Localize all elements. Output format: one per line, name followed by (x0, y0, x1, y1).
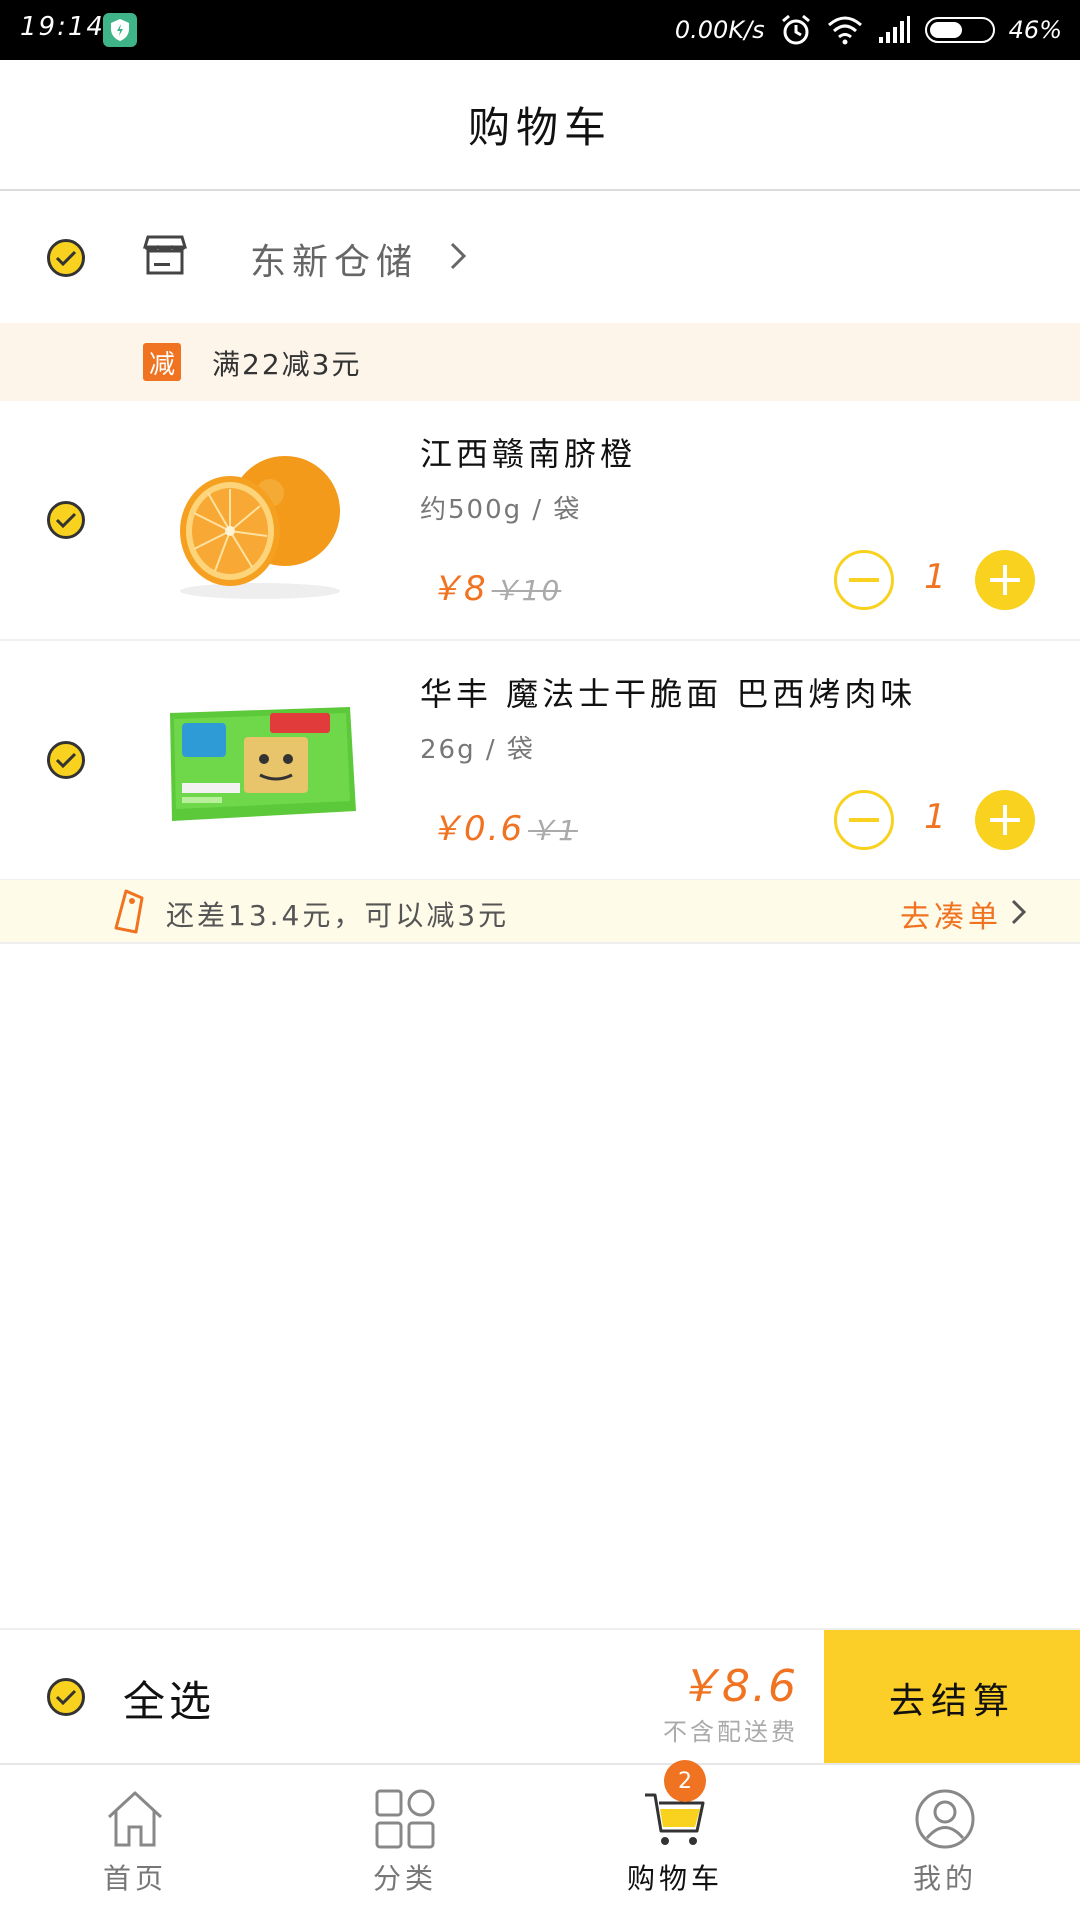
nav-label: 我的 (912, 1862, 977, 1895)
profile-icon (915, 1789, 975, 1849)
checkout-button[interactable]: 去结算 (824, 1630, 1080, 1765)
signal-icon (878, 16, 910, 43)
decrease-quantity-button[interactable] (834, 790, 894, 850)
current-price: ￥0.6 (428, 809, 525, 849)
category-grid-icon (375, 1789, 435, 1849)
current-price: ￥8 (428, 569, 488, 609)
nav-label: 购物车 (626, 1862, 723, 1895)
product-price: ￥0.6 ￥1 (428, 801, 578, 850)
nav-item-home[interactable]: 首页 (0, 1765, 270, 1920)
shipping-note: 不含配送费 (663, 1718, 798, 1746)
select-all-label[interactable]: 全选 (123, 1668, 215, 1729)
home-icon (107, 1791, 163, 1847)
battery-icon (924, 17, 995, 43)
increase-quantity-button[interactable] (975, 790, 1035, 850)
promo-banner: 减 满22减3元 (0, 323, 1080, 401)
cart-item[interactable]: 江西赣南脐橙 约500g / 袋 ￥8 ￥10 1 (0, 401, 1080, 641)
price-tag-icon (112, 888, 150, 940)
product-name[interactable]: 江西赣南脐橙 (420, 429, 636, 475)
product-name[interactable]: 华丰 魔法士干脆面 巴西烤肉味 (420, 669, 916, 715)
status-bar: 19:14 0.00K/s 46% (0, 0, 1080, 60)
store-row[interactable]: 东新仓储 (0, 193, 1080, 323)
increase-quantity-button[interactable] (975, 550, 1035, 610)
original-price: ￥1 (528, 814, 578, 847)
network-speed: 0.00K/s (674, 16, 765, 44)
product-spec: 26g / 袋 (420, 735, 535, 765)
promo-gap-text: 还差13.4元，可以减3元 (166, 899, 510, 932)
select-all-checkbox[interactable] (47, 1678, 85, 1716)
nav-item-category[interactable]: 分类 (270, 1765, 540, 1920)
product-spec: 约500g / 袋 (420, 495, 582, 525)
product-image-noodles[interactable] (160, 671, 360, 851)
decrease-quantity-button[interactable] (834, 550, 894, 610)
discount-tag: 减 (143, 343, 181, 381)
store-select-checkbox[interactable] (47, 239, 85, 277)
product-image-orange[interactable] (160, 431, 360, 611)
quantity-value: 1 (924, 797, 946, 837)
chevron-right-icon[interactable] (448, 240, 468, 276)
battery-percent: 46% (1008, 16, 1062, 44)
page-title: 购物车 (467, 103, 612, 152)
quantity-value: 1 (924, 557, 946, 597)
status-time: 19:14 (20, 12, 105, 42)
item-select-checkbox[interactable] (47, 501, 85, 539)
store-name[interactable]: 东新仓储 (250, 233, 418, 285)
wifi-icon (827, 16, 862, 45)
cart-item[interactable]: 华丰 魔法士干脆面 巴西烤肉味 26g / 袋 ￥0.6 ￥1 1 (0, 641, 1080, 881)
promo-gap-row: 还差13.4元，可以减3元 去凑单 (0, 880, 1080, 944)
cart-count-badge: 2 (664, 1760, 706, 1802)
total-price: ￥8.6 (676, 1661, 798, 1712)
promo-text: 满22减3元 (212, 348, 362, 381)
original-price: ￥10 (491, 574, 562, 607)
bottom-nav: 首页 分类 购物车 我的 (0, 1763, 1080, 1920)
store-icon (142, 233, 188, 281)
nav-item-profile[interactable]: 我的 (810, 1765, 1080, 1920)
product-price: ￥8 ￥10 (428, 561, 561, 610)
nav-label: 分类 (372, 1862, 437, 1895)
security-shield-icon (103, 13, 137, 47)
add-more-items-link[interactable]: 去凑单 (900, 892, 1002, 936)
page-header: 购物车 (0, 60, 1080, 191)
checkout-bar: 全选 ￥8.6 不含配送费 去结算 (0, 1628, 1080, 1765)
alarm-icon (781, 14, 810, 45)
nav-label: 首页 (102, 1862, 167, 1895)
item-select-checkbox[interactable] (47, 741, 85, 779)
chevron-right-icon[interactable] (1010, 898, 1028, 930)
